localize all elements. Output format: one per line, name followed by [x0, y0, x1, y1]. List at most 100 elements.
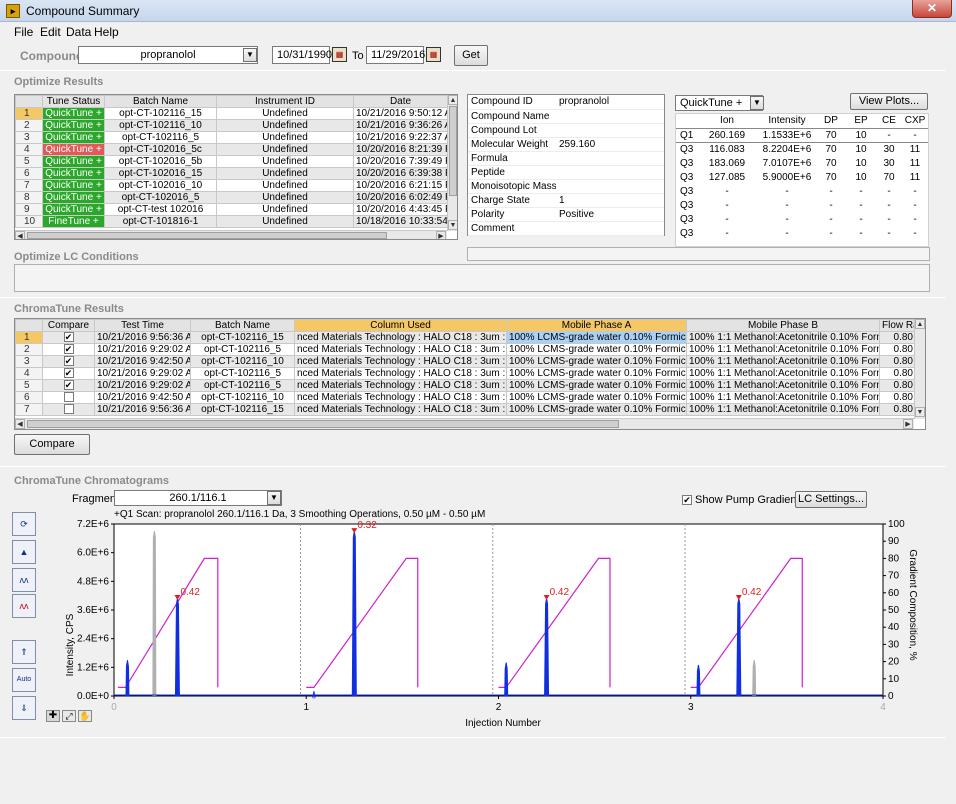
row-number[interactable]: 8 — [15, 191, 43, 204]
mobile-phase-b-cell[interactable]: 100% 1:1 Methanol:Acetonitrile 0.10% For… — [686, 367, 880, 380]
column-used-cell[interactable]: nced Materials Technology : HALO C18 : 3… — [294, 343, 507, 356]
batch-name-cell[interactable]: opt-CT-102116_5 — [104, 131, 217, 144]
mobile-phase-a-cell[interactable]: 100% LCMS-grade water 0.10% Formic acid — [506, 403, 687, 416]
compound-dropdown-icon[interactable]: ▼ — [243, 48, 257, 62]
table-row[interactable]: 5 QuickTune + opt-CT-102016_5b Undefined 10/… — [15, 155, 448, 168]
batch-name-cell[interactable]: opt-CT-102016_5 — [104, 191, 217, 204]
flow-rate-cell[interactable]: 0.80 — [879, 379, 916, 392]
property-value[interactable]: 259.160 — [556, 137, 664, 152]
tune-status-badge[interactable]: QuickTune + — [42, 167, 105, 180]
scroll-right-icon[interactable]: ▶ — [436, 231, 446, 239]
get-button[interactable]: Get — [454, 45, 488, 66]
date-cell[interactable]: 10/20/2016 6:39:38 PI — [353, 167, 448, 180]
refresh-icon[interactable]: ⟳ — [12, 512, 36, 536]
mobile-phase-b-cell[interactable]: 100% 1:1 Methanol:Acetonitrile 0.10% For… — [686, 403, 880, 416]
menu-help[interactable]: Help — [94, 25, 119, 39]
date-cell[interactable]: 10/21/2016 9:36:26 A — [353, 119, 448, 132]
date-from-field[interactable]: 10/31/1990 — [272, 46, 332, 64]
compare-cell[interactable] — [42, 391, 95, 404]
chromatogram-chart[interactable]: +Q1 Scan: propranolol 260.1/116.1 Da, 3 … — [60, 505, 930, 735]
tune-status-badge[interactable]: QuickTune + — [42, 179, 105, 192]
row-number[interactable]: 3 — [15, 355, 43, 368]
tune-row[interactable]: Q3 - - - - - - — [676, 226, 928, 240]
tune-row[interactable]: Q3 116.083 8.2204E+6 70 10 30 11 — [676, 142, 928, 156]
test-time-cell[interactable]: 10/21/2016 9:29:02 AM — [94, 343, 191, 356]
tune-status-badge[interactable]: QuickTune + — [42, 191, 105, 204]
property-value[interactable] — [556, 165, 664, 180]
tune-status-badge[interactable]: QuickTune + — [42, 131, 105, 144]
date-cell[interactable]: 10/20/2016 4:43:45 PI — [353, 203, 448, 216]
chromatune-vscroll[interactable]: ▲ ▼ — [914, 319, 925, 419]
property-value[interactable] — [556, 221, 664, 236]
compare-checkbox[interactable]: ✔ — [63, 332, 74, 343]
flow-rate-cell[interactable]: 0.80 — [879, 391, 916, 404]
optimize-hscroll[interactable]: ◀ ▶ — [15, 230, 447, 239]
flow-rate-cell[interactable]: 0.80 — [879, 403, 916, 416]
date-cell[interactable]: 10/20/2016 7:39:49 PI — [353, 155, 448, 168]
instrument-id-cell[interactable]: Undefined — [216, 215, 354, 228]
test-time-cell[interactable]: 10/21/2016 9:29:02 AM — [94, 367, 191, 380]
property-value[interactable] — [556, 109, 664, 124]
compare-checkbox[interactable] — [63, 392, 74, 403]
tune-status-badge[interactable]: QuickTune + — [42, 155, 105, 168]
tune-row[interactable]: Q1 260.169 1.1533E+6 70 10 - - — [676, 128, 928, 142]
fragment-select[interactable]: 260.1/116.1 — [114, 490, 282, 506]
scale-down-icon[interactable]: ⇓ — [12, 696, 36, 720]
batch-name-cell[interactable]: opt-CT-102116_15 — [190, 403, 295, 416]
tune-status-badge[interactable]: QuickTune + — [42, 107, 105, 120]
mobile-phase-a-cell[interactable]: 100% LCMS-grade water 0.10% Formic acid — [506, 343, 687, 356]
batch-name-cell[interactable]: opt-CT-102116_10 — [190, 355, 295, 368]
mobile-phase-a-cell[interactable]: 100% LCMS-grade water 0.10% Formic acid — [506, 367, 687, 380]
compare-checkbox[interactable] — [63, 404, 74, 415]
test-time-cell[interactable]: 10/21/2016 9:29:02 AM — [94, 379, 191, 392]
test-time-cell[interactable]: 10/21/2016 9:56:36 AM — [94, 331, 191, 344]
column-used-cell[interactable]: nced Materials Technology : HALO C18 : 3… — [294, 391, 507, 404]
row-number[interactable]: 5 — [15, 379, 43, 392]
batch-name-cell[interactable]: opt-CT-102016_5c — [104, 143, 217, 156]
tune-mode-dropdown-icon[interactable]: ▼ — [750, 96, 764, 110]
menu-data[interactable]: Data — [66, 25, 91, 39]
compound-select[interactable]: propranolol — [78, 46, 258, 64]
col-header[interactable]: Flow Rate — [879, 319, 916, 332]
table-row[interactable]: 10 FineTune + opt-CT-101816-1 Undefined 10/1… — [15, 215, 448, 228]
scroll-right-icon[interactable]: ▶ — [903, 419, 913, 429]
mobile-phase-b-cell[interactable]: 100% 1:1 Methanol:Acetonitrile 0.10% For… — [686, 355, 880, 368]
row-number[interactable]: 4 — [15, 367, 43, 380]
scroll-up-icon[interactable]: ▲ — [448, 95, 457, 105]
table-row[interactable]: 2 ✔ 10/21/2016 9:29:02 AM opt-CT-102116_5 nc… — [15, 343, 916, 356]
batch-name-cell[interactable]: opt-CT-102116_15 — [104, 107, 217, 120]
test-time-cell[interactable]: 10/21/2016 9:56:36 AM — [94, 403, 191, 416]
optimize-vscroll[interactable]: ▲ ▼ — [447, 95, 457, 231]
instrument-id-cell[interactable]: Undefined — [216, 131, 354, 144]
instrument-id-cell[interactable]: Undefined — [216, 155, 354, 168]
view-plots-button[interactable]: View Plots... — [850, 93, 928, 110]
date-cell[interactable]: 10/21/2016 9:50:12 A — [353, 107, 448, 120]
tune-status-badge[interactable]: QuickTune + — [42, 203, 105, 216]
date-cell[interactable]: 10/20/2016 6:02:49 PI — [353, 191, 448, 204]
compare-cell[interactable]: ✔ — [42, 331, 95, 344]
table-row[interactable]: 4 QuickTune + opt-CT-102016_5c Undefined 10/… — [15, 143, 448, 156]
table-row[interactable]: 2 QuickTune + opt-CT-102116_10 Undefined 10/… — [15, 119, 448, 132]
multi-peak-icon[interactable]: ᴧᴧ — [12, 568, 36, 592]
row-number[interactable]: 9 — [15, 203, 43, 216]
test-time-cell[interactable]: 10/21/2016 9:42:50 AM — [94, 355, 191, 368]
mobile-phase-a-cell[interactable]: 100% LCMS-grade water 0.10% Formic acid — [506, 391, 687, 404]
scroll-down-icon[interactable]: ▼ — [915, 407, 925, 417]
menu-file[interactable]: File — [14, 25, 33, 39]
flow-rate-cell[interactable]: 0.80 — [879, 331, 916, 344]
row-number[interactable]: 2 — [15, 343, 43, 356]
date-cell[interactable]: 10/20/2016 8:21:39 PI — [353, 143, 448, 156]
instrument-id-cell[interactable]: Undefined — [216, 191, 354, 204]
table-row[interactable]: 1 QuickTune + opt-CT-102116_15 Undefined 10/… — [15, 107, 448, 120]
close-button[interactable]: ✕ — [912, 0, 952, 18]
column-used-cell[interactable]: nced Materials Technology : HALO C18 : 3… — [294, 331, 507, 344]
scroll-up-icon[interactable]: ▲ — [915, 319, 925, 329]
scroll-thumb[interactable] — [449, 106, 457, 196]
batch-name-cell[interactable]: opt-CT-102016_10 — [104, 179, 217, 192]
table-row[interactable]: 3 QuickTune + opt-CT-102116_5 Undefined 10/2… — [15, 131, 448, 144]
col-header[interactable]: Instrument ID — [216, 95, 354, 108]
menu-edit[interactable]: Edit — [40, 25, 61, 39]
col-header[interactable]: Mobile Phase B — [686, 319, 880, 332]
compare-checkbox[interactable]: ✔ — [63, 368, 74, 379]
scroll-down-icon[interactable]: ▼ — [448, 220, 457, 230]
